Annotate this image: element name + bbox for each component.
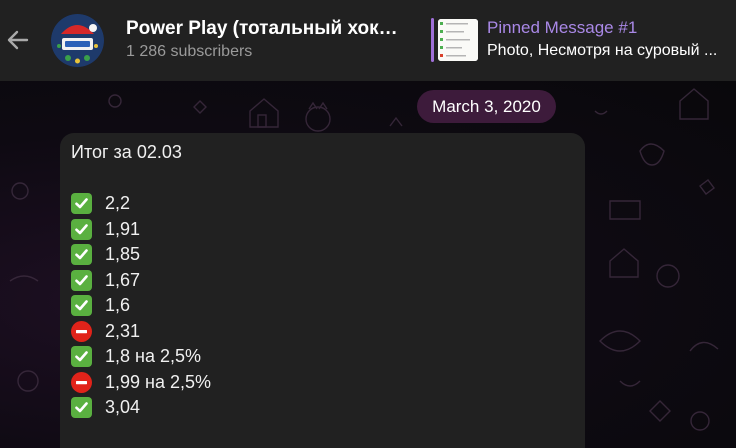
result-row: 2,31 xyxy=(71,319,211,345)
result-value: 1,91 xyxy=(105,218,141,239)
date-separator: March 3, 2020 xyxy=(417,90,556,123)
no-entry-icon xyxy=(71,371,92,393)
result-value: 1,99 на 2,5% xyxy=(105,371,212,392)
check-mark-button-icon xyxy=(71,244,92,266)
result-row: 1,85 xyxy=(71,242,211,268)
no-entry-icon xyxy=(71,320,92,342)
result-value: 2,2 xyxy=(105,193,131,214)
pinned-message-title: Pinned Message #1 xyxy=(487,18,638,37)
result-row: 3,04 xyxy=(71,395,211,421)
check-mark-button-icon xyxy=(71,397,92,419)
result-row: 1,99 на 2,5% xyxy=(71,370,211,396)
result-value: 3,04 xyxy=(105,397,141,418)
check-mark-button-icon xyxy=(71,193,92,215)
result-value: 1,85 xyxy=(105,244,141,265)
result-row: 1,91 xyxy=(71,217,211,243)
check-mark-button-icon xyxy=(71,218,92,240)
result-value: 1,67 xyxy=(105,269,141,290)
channel-logo-icon xyxy=(51,14,104,67)
result-value: 1,8 на 2,5% xyxy=(105,346,202,367)
result-value: 2,31 xyxy=(105,320,141,341)
message-bubble[interactable]: Итог за 02.03 2,2 1,91 1,85 1,67 1,6 2,31 1,8 … xyxy=(60,133,585,448)
result-value: 1,6 xyxy=(105,295,131,316)
pinned-message-bar[interactable]: Pinned Message #1 Photo, Несмотря на сур… xyxy=(429,14,736,68)
chat-header: Power Play (тотальный хокк... 1 286 subs… xyxy=(0,0,736,81)
results-list: 2,2 1,91 1,85 1,67 1,6 2,31 1,8 на 2,5% 1,99 на… xyxy=(71,191,211,421)
result-row: 2,2 xyxy=(71,191,211,217)
channel-title[interactable]: Power Play (тотальный хокк... xyxy=(126,18,401,40)
telegram-channel-window: Power Play (тотальный хокк... 1 286 subs… xyxy=(0,0,736,448)
channel-avatar[interactable] xyxy=(51,14,104,67)
check-mark-button-icon xyxy=(71,269,92,291)
pinned-indicator xyxy=(431,18,434,62)
arrow-left-icon xyxy=(7,30,29,50)
subscriber-count: 1 286 subscribers xyxy=(126,43,253,60)
result-row: 1,8 на 2,5% xyxy=(71,344,211,370)
pinned-photo-thumbnail xyxy=(438,19,478,61)
back-button[interactable] xyxy=(4,22,32,58)
check-mark-button-icon xyxy=(71,346,92,368)
message-title: Итог за 02.03 xyxy=(71,142,182,162)
result-row: 1,6 xyxy=(71,293,211,319)
pinned-message-preview: Photo, Несмотря на суровый ... xyxy=(487,42,718,59)
result-row: 1,67 xyxy=(71,268,211,294)
check-mark-button-icon xyxy=(71,295,92,317)
